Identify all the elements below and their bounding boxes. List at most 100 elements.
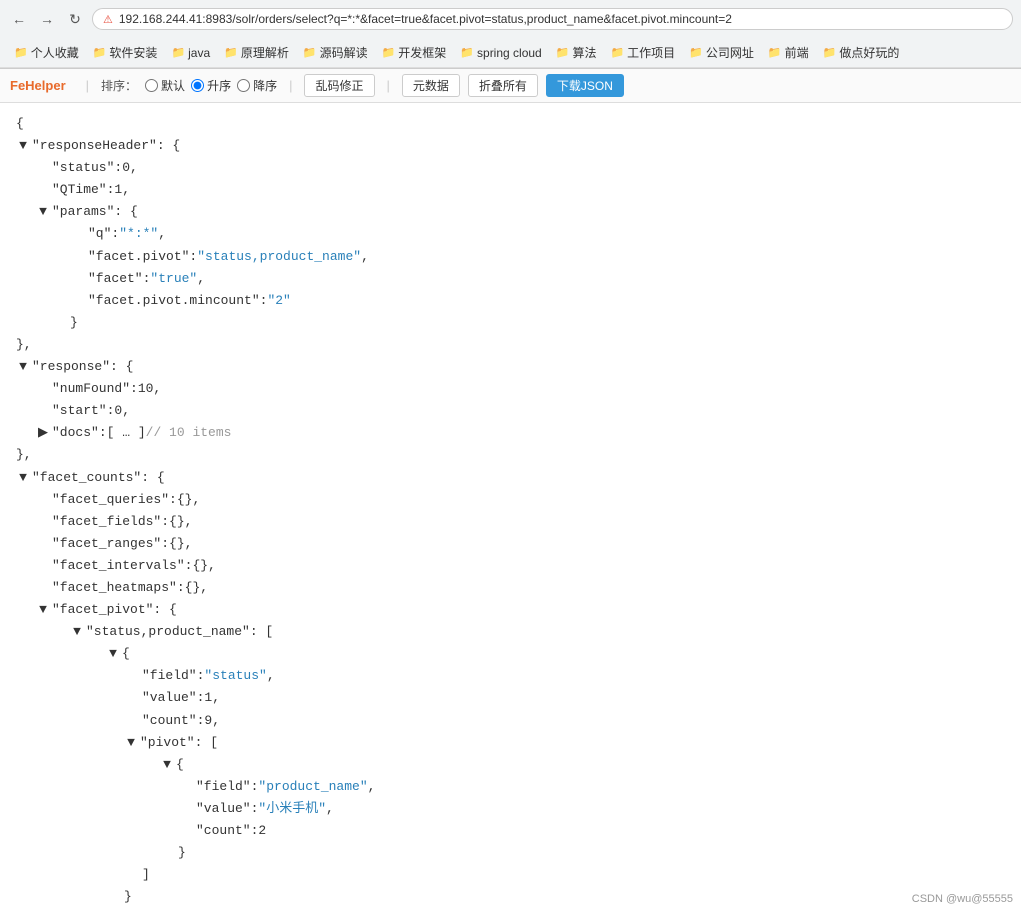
inner-count-val: 2	[258, 820, 266, 842]
q-line: "q": "*:*",	[16, 223, 1005, 245]
facet-ranges-value: {}	[169, 533, 185, 555]
bookmark-label: 公司网址	[706, 44, 754, 61]
facet-pivot-toggle[interactable]: ▼	[36, 599, 50, 621]
json-content-area: { ▼ "responseHeader": { "status": 0, "QT…	[0, 103, 1021, 908]
docs-key: "docs"	[52, 422, 99, 444]
inner-pivot-obj-toggle[interactable]: ▼	[160, 754, 174, 776]
folder-icon: 📁	[556, 46, 570, 59]
bookmark-label: 原理解析	[241, 44, 289, 61]
bookmark-spring-cloud[interactable]: 📁 spring cloud	[454, 44, 547, 62]
bookmark-source[interactable]: 📁 源码解读	[297, 42, 374, 63]
bookmark-label: 算法	[572, 44, 596, 61]
facet-pivot-section-key: "facet_pivot"	[52, 599, 153, 621]
bookmarks-bar: 📁 个人收藏 📁 软件安装 📁 java 📁 原理解析 📁 源码解读 📁 开发框…	[0, 38, 1021, 68]
fold-all-button[interactable]: 折叠所有	[468, 74, 538, 97]
numfound-line: "numFound": 10,	[16, 378, 1005, 400]
bookmark-label: spring cloud	[477, 46, 542, 60]
lock-icon: ⚠	[103, 13, 113, 26]
status-product-name-line: ▼ "status,product_name": [	[16, 621, 1005, 643]
sort-default-option[interactable]: 默认	[145, 77, 185, 94]
bookmark-label: 开发框架	[398, 44, 446, 61]
pivot-nested-toggle[interactable]: ▼	[124, 732, 138, 754]
qtime-value: 1,	[114, 179, 130, 201]
sort-default-radio[interactable]	[145, 79, 158, 92]
facet-pivot-mincount-key: "facet.pivot.mincount"	[88, 290, 260, 312]
start-value: 0,	[114, 400, 130, 422]
params-line: ▼ "params": {	[16, 201, 1005, 223]
q-key: "q"	[88, 223, 111, 245]
sort-desc-option[interactable]: 降序	[237, 77, 277, 94]
open-brace: {	[16, 113, 24, 135]
bookmark-label: 做点好玩的	[839, 44, 899, 61]
bookmark-personal[interactable]: 📁 个人收藏	[8, 42, 85, 63]
start-key: "start"	[52, 400, 107, 422]
inner-value-line: "value": "小米手机",	[16, 798, 1005, 820]
response-header-toggle[interactable]: ▼	[16, 135, 30, 157]
facet-pivot-section-line: ▼ "facet_pivot": {	[16, 599, 1005, 621]
facet-counts-toggle[interactable]: ▼	[16, 467, 30, 489]
bookmark-label: 软件安装	[109, 44, 157, 61]
inner-pivot-obj-close-line: }	[16, 842, 1005, 864]
status-product-name-toggle[interactable]: ▼	[70, 621, 84, 643]
docs-line: ▶ "docs": [ … ] // 10 items	[16, 422, 1005, 444]
sort-desc-label: 降序	[253, 77, 277, 94]
sort-default-label: 默认	[161, 77, 185, 94]
browser-chrome: ← → ↻ ⚠ 192.168.244.41:8983/solr/orders/…	[0, 0, 1021, 69]
bookmark-java[interactable]: 📁 java	[165, 44, 216, 62]
docs-collapsed: [ … ]	[107, 422, 146, 444]
facet-fields-value: {}	[169, 511, 185, 533]
pivot-array-close-line: ]	[16, 864, 1005, 886]
bookmark-algorithm[interactable]: 📁 算法	[550, 42, 603, 63]
back-button[interactable]: ←	[8, 8, 30, 30]
facet-queries-value: {}	[177, 489, 193, 511]
bookmark-company[interactable]: 📁 公司网址	[683, 42, 760, 63]
facet-intervals-line: "facet_intervals": {},	[16, 555, 1005, 577]
outer-pivot-obj-close-line: }	[16, 886, 1005, 908]
bookmark-framework[interactable]: 📁 开发框架	[376, 42, 453, 63]
raw-data-button[interactable]: 元数据	[402, 74, 460, 97]
download-json-button[interactable]: 下载JSON	[546, 74, 624, 97]
bookmark-label: 个人收藏	[31, 44, 79, 61]
docs-toggle[interactable]: ▶	[36, 422, 50, 444]
sort-asc-option[interactable]: 升序	[191, 77, 231, 94]
sort-desc-radio[interactable]	[237, 79, 250, 92]
pivot-count-key: "count"	[142, 710, 197, 732]
pivot-nested-key: "pivot"	[140, 732, 195, 754]
qtime-line: "QTime": 1,	[16, 179, 1005, 201]
inner-value-key: "value"	[196, 798, 251, 820]
response-line: ▼ "response": {	[16, 356, 1005, 378]
address-bar[interactable]: ⚠ 192.168.244.41:8983/solr/orders/select…	[92, 8, 1013, 30]
response-close-line: },	[16, 444, 1005, 466]
pivot-count-line: "count": 9,	[16, 710, 1005, 732]
refresh-button[interactable]: ↻	[64, 8, 86, 30]
pivot-array-close: ]	[142, 864, 150, 886]
docs-comment: // 10 items	[146, 422, 232, 444]
folder-icon: 📁	[460, 46, 474, 59]
bookmark-principle[interactable]: 📁 原理解析	[218, 42, 295, 63]
bookmark-work[interactable]: 📁 工作项目	[604, 42, 681, 63]
fehelper-brand: FeHelper	[10, 78, 66, 93]
bookmark-software[interactable]: 📁 软件安装	[87, 42, 164, 63]
response-toggle[interactable]: ▼	[16, 356, 30, 378]
params-toggle[interactable]: ▼	[36, 201, 50, 223]
pivot-value-key: "value"	[142, 687, 197, 709]
fix-encode-button[interactable]: 乱码修正	[304, 74, 374, 97]
facet-pivot-mincount-line: "facet.pivot.mincount": "2"	[16, 290, 1005, 312]
folder-icon: 📁	[93, 46, 107, 59]
pivot-field-line: "field": "status",	[16, 665, 1005, 687]
sort-asc-radio[interactable]	[191, 79, 204, 92]
facet-fields-key: "facet_fields"	[52, 511, 161, 533]
folder-icon: 📁	[303, 46, 317, 59]
facet-line: "facet": "true",	[16, 268, 1005, 290]
forward-button[interactable]: →	[36, 8, 58, 30]
pivot-field-key: "field"	[142, 665, 197, 687]
facet-queries-line: "facet_queries": {},	[16, 489, 1005, 511]
separator-1: |	[289, 78, 292, 93]
nav-bar: ← → ↻ ⚠ 192.168.244.41:8983/solr/orders/…	[0, 0, 1021, 38]
bookmark-fun[interactable]: 📁 做点好玩的	[817, 42, 906, 63]
address-text: 192.168.244.41:8983/solr/orders/select?q…	[119, 12, 732, 26]
inner-value-val: "小米手机"	[258, 798, 326, 820]
pivot-obj-toggle[interactable]: ▼	[106, 643, 120, 665]
bookmark-frontend[interactable]: 📁 前端	[762, 42, 815, 63]
response-header-line: ▼ "responseHeader": {	[16, 135, 1005, 157]
